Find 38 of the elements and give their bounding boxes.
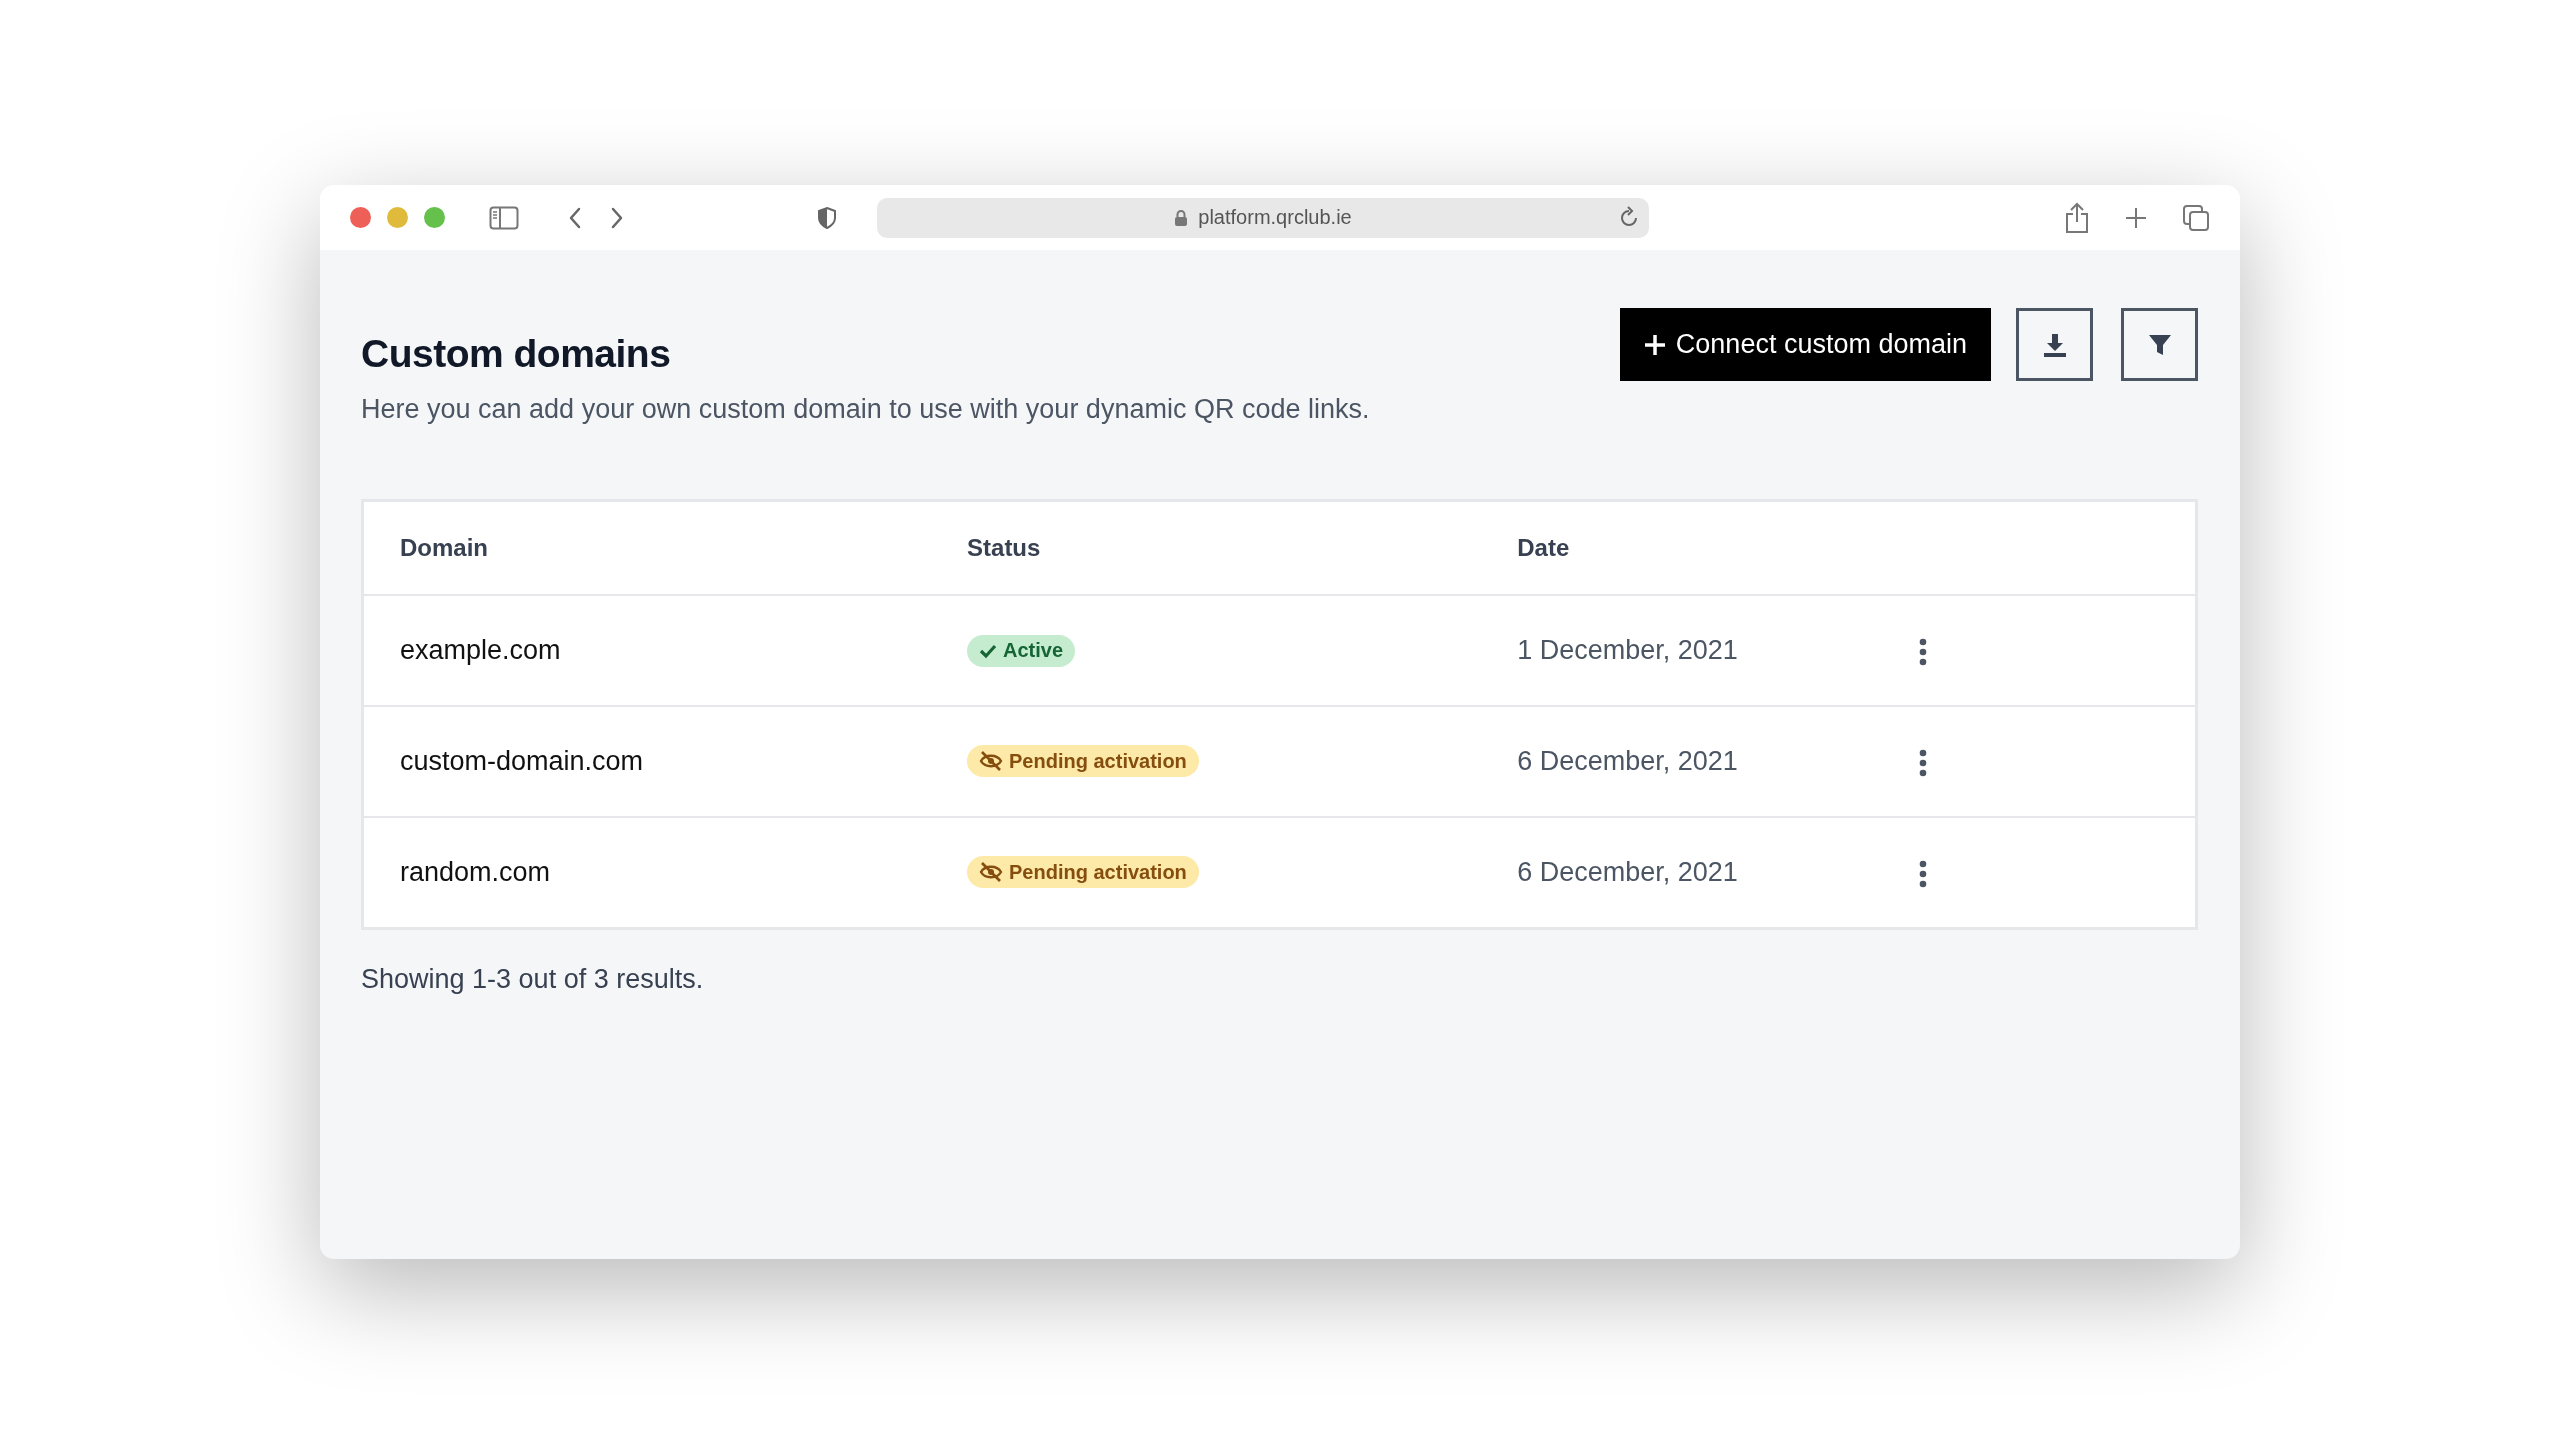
more-options-icon[interactable] — [1919, 859, 1927, 888]
results-summary: Showing 1-3 out of 3 results. — [361, 964, 705, 995]
domain-name: example.com — [400, 635, 561, 665]
download-icon — [2041, 331, 2068, 358]
forward-icon[interactable] — [609, 205, 625, 230]
date-text: 6 December, 2021 — [1517, 746, 1738, 776]
more-options-icon[interactable] — [1919, 637, 1927, 666]
shield-icon[interactable] — [817, 205, 837, 230]
column-header: Status — [967, 534, 1041, 561]
date-text: 6 December, 2021 — [1517, 857, 1738, 887]
plus-icon — [1643, 333, 1666, 356]
close-window-icon[interactable] — [350, 207, 371, 228]
page-title: Custom domains — [361, 332, 672, 376]
domain-name: random.com — [400, 857, 551, 887]
connect-domain-button[interactable]: Connect custom domain — [1619, 308, 1991, 381]
tabs-overview-icon[interactable] — [2182, 203, 2210, 232]
lock-icon — [1174, 208, 1189, 227]
check-icon — [979, 642, 998, 659]
eye-slash-icon — [979, 862, 1004, 882]
sidebar-icon[interactable] — [489, 205, 519, 230]
share-icon[interactable] — [2064, 201, 2090, 234]
page-description: Here you can add your own custom domain to use with your dynamic QR code links. — [361, 394, 1370, 425]
new-tab-icon[interactable] — [2124, 205, 2148, 230]
domain-name: custom-domain.com — [400, 746, 644, 776]
status-badge: Pending activation — [967, 856, 1199, 888]
more-options-icon[interactable] — [1919, 748, 1927, 777]
column-header: Date — [1517, 534, 1570, 561]
url-text: platform.qrclub.ie — [1198, 206, 1352, 229]
filter-icon — [2147, 332, 2172, 357]
filter-button[interactable] — [2121, 308, 2198, 381]
download-button[interactable] — [2016, 308, 2093, 381]
address-bar[interactable]: platform.qrclub.ie — [877, 197, 1649, 238]
column-header: Domain — [400, 534, 488, 561]
status-badge: Active — [967, 634, 1076, 667]
back-icon[interactable] — [567, 205, 583, 230]
status-badge: Pending activation — [967, 745, 1199, 777]
eye-slash-icon — [979, 751, 1004, 771]
date-text: 1 December, 2021 — [1517, 635, 1738, 665]
